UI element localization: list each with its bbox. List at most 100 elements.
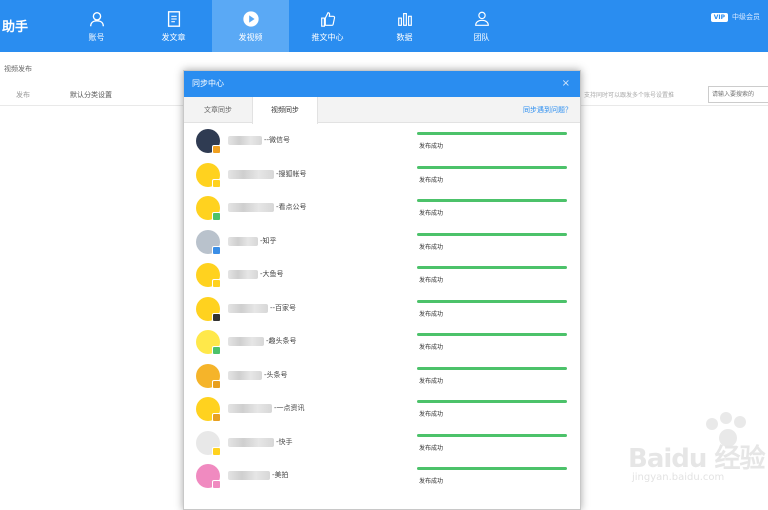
nav-team[interactable]: 团队: [443, 0, 520, 52]
account-platform: -快手: [276, 437, 293, 446]
account-avatar: [196, 129, 221, 154]
baidu-watermark: Baidu 经验 jingyan.baidu.com: [628, 410, 768, 495]
progress-bar: [417, 266, 567, 269]
blurred-account-name: [228, 303, 268, 313]
sync-row: --百家号发布成功: [184, 292, 580, 326]
progress-bar: [417, 199, 567, 202]
sync-center-dialog: 同步中心 × 文章同步 视频同步 同步遇到问题？ --微信号 发布成功 -搜狐帐号发…: [183, 70, 581, 510]
blurred-account-name: [228, 404, 272, 413]
blurred-account-name: [228, 203, 274, 212]
platform-badge-icon: [212, 312, 221, 322]
progress-bar: [417, 132, 567, 135]
sync-row: -一点资讯发布成功: [184, 392, 580, 426]
account-avatar: [196, 430, 221, 456]
account-avatar: [196, 296, 221, 322]
account-platform: -头条号: [264, 370, 288, 379]
account-platform: -看点公号: [276, 203, 307, 211]
publish-status: 发布成功: [419, 377, 444, 385]
nav-push-center[interactable]: 推文中心: [289, 0, 366, 52]
account-avatar: [196, 464, 221, 489]
close-icon[interactable]: ×: [562, 71, 570, 97]
publish-status: 发布成功: [419, 210, 444, 217]
platform-badge-icon: [212, 379, 221, 389]
blurred-account-name: [228, 437, 274, 447]
dialog-title: 同步中心: [192, 79, 224, 88]
top-bar: 助手 账号 发文章 发视频 推文中心 数据 团队 VIP 中级会员: [0, 0, 768, 52]
platform-badge-icon: [212, 212, 221, 221]
play-icon: [242, 10, 259, 27]
nav-post-article[interactable]: 发文章: [135, 0, 212, 52]
sync-row: --微信号 发布成功: [184, 124, 580, 158]
thumbs-up-icon: [320, 11, 335, 27]
sync-row: -搜狐帐号 发布成功: [184, 158, 580, 192]
blurred-account-name: [228, 471, 270, 480]
nav-post-video[interactable]: 发视频: [212, 0, 289, 52]
sync-tabs: 文章同步 视频同步 同步遇到问题？: [184, 97, 580, 124]
account-platform: -一点资讯: [274, 404, 305, 412]
nav-label: 推文中心: [311, 32, 344, 42]
nav-data[interactable]: 数据: [366, 0, 443, 52]
publish-status: 发布成功: [419, 176, 444, 184]
progress-bar: [417, 333, 567, 336]
progress-bar: [417, 165, 567, 169]
bar-chart-icon: [397, 12, 412, 26]
nav-label: 账号: [88, 32, 105, 42]
blurred-account-name: [228, 370, 262, 380]
platform-badge-icon: [212, 346, 221, 355]
blurred-account-name: [228, 236, 258, 246]
sync-row: -趣头条号 发布成功: [184, 325, 580, 359]
user-icon: [89, 11, 104, 26]
sync-row: -大鱼号 发布成功: [184, 258, 580, 292]
blurred-account-name: [228, 270, 258, 279]
hint-text: 支持同时可以跟发多个账号设置推: [584, 92, 675, 99]
sync-list: --微信号 发布成功 -搜狐帐号 发布成功 -看点公号 发布成功 -知乎 发布成功 -大鱼号 发布…: [184, 124, 580, 493]
sync-row: -美拍 发布成功: [184, 459, 580, 493]
platform-badge-icon: [212, 446, 221, 456]
progress-bar: [417, 433, 567, 437]
account-platform: --百家号: [270, 303, 297, 312]
search-input[interactable]: [708, 86, 768, 103]
progress-bar: [417, 366, 567, 370]
platform-badge-icon: [212, 245, 221, 255]
dialog-header: 同步中心 ×: [184, 71, 580, 97]
tab-article-sync[interactable]: 文章同步: [184, 97, 252, 123]
platform-badge-icon: [212, 145, 221, 154]
account-avatar: [196, 263, 221, 288]
account-platform: -大鱼号: [260, 270, 284, 278]
platform-badge-icon: [212, 413, 221, 422]
nav-label: 发视频: [238, 32, 263, 42]
blurred-account-name: [228, 337, 264, 346]
publish-status: 发布成功: [419, 444, 444, 452]
member-level: 中级会员: [732, 13, 760, 21]
document-icon: [167, 10, 180, 27]
account-platform: -知乎: [260, 236, 277, 245]
progress-bar: [417, 232, 567, 236]
account-platform: -趣头条号: [266, 337, 297, 345]
publish-status: 发布成功: [419, 310, 444, 318]
publish-status: 发布成功: [419, 143, 444, 150]
publish-status: 发布成功: [419, 243, 444, 251]
nav-label: 数据: [396, 32, 413, 42]
sync-row: -快手发布成功: [184, 426, 580, 460]
account-avatar: [196, 397, 221, 422]
blurred-account-name: [228, 169, 274, 179]
sync-row: -头条号发布成功: [184, 359, 580, 393]
brand-name: 助手: [2, 20, 29, 35]
tab-video-sync[interactable]: 视频同步: [252, 97, 318, 124]
user-info[interactable]: VIP 中级会员: [710, 12, 760, 22]
platform-badge-icon: [212, 178, 221, 188]
progress-bar: [417, 299, 567, 303]
help-link[interactable]: 同步遇到问题？: [523, 97, 572, 123]
account-avatar: [196, 363, 221, 389]
main-nav: 账号 发文章 发视频 推文中心 数据 团队: [58, 0, 520, 52]
sync-row: -知乎发布成功: [184, 225, 580, 259]
nav-accounts[interactable]: 账号: [58, 0, 135, 52]
category-setting[interactable]: 默认分类设置: [70, 90, 112, 100]
publish-label[interactable]: 发布: [16, 90, 30, 100]
account-avatar: [196, 162, 221, 188]
sync-row: -看点公号发布成功: [184, 191, 580, 225]
publish-status: 发布成功: [419, 478, 444, 485]
publish-status: 发布成功: [419, 411, 444, 418]
blurred-account-name: [228, 136, 262, 145]
platform-badge-icon: [212, 279, 221, 288]
